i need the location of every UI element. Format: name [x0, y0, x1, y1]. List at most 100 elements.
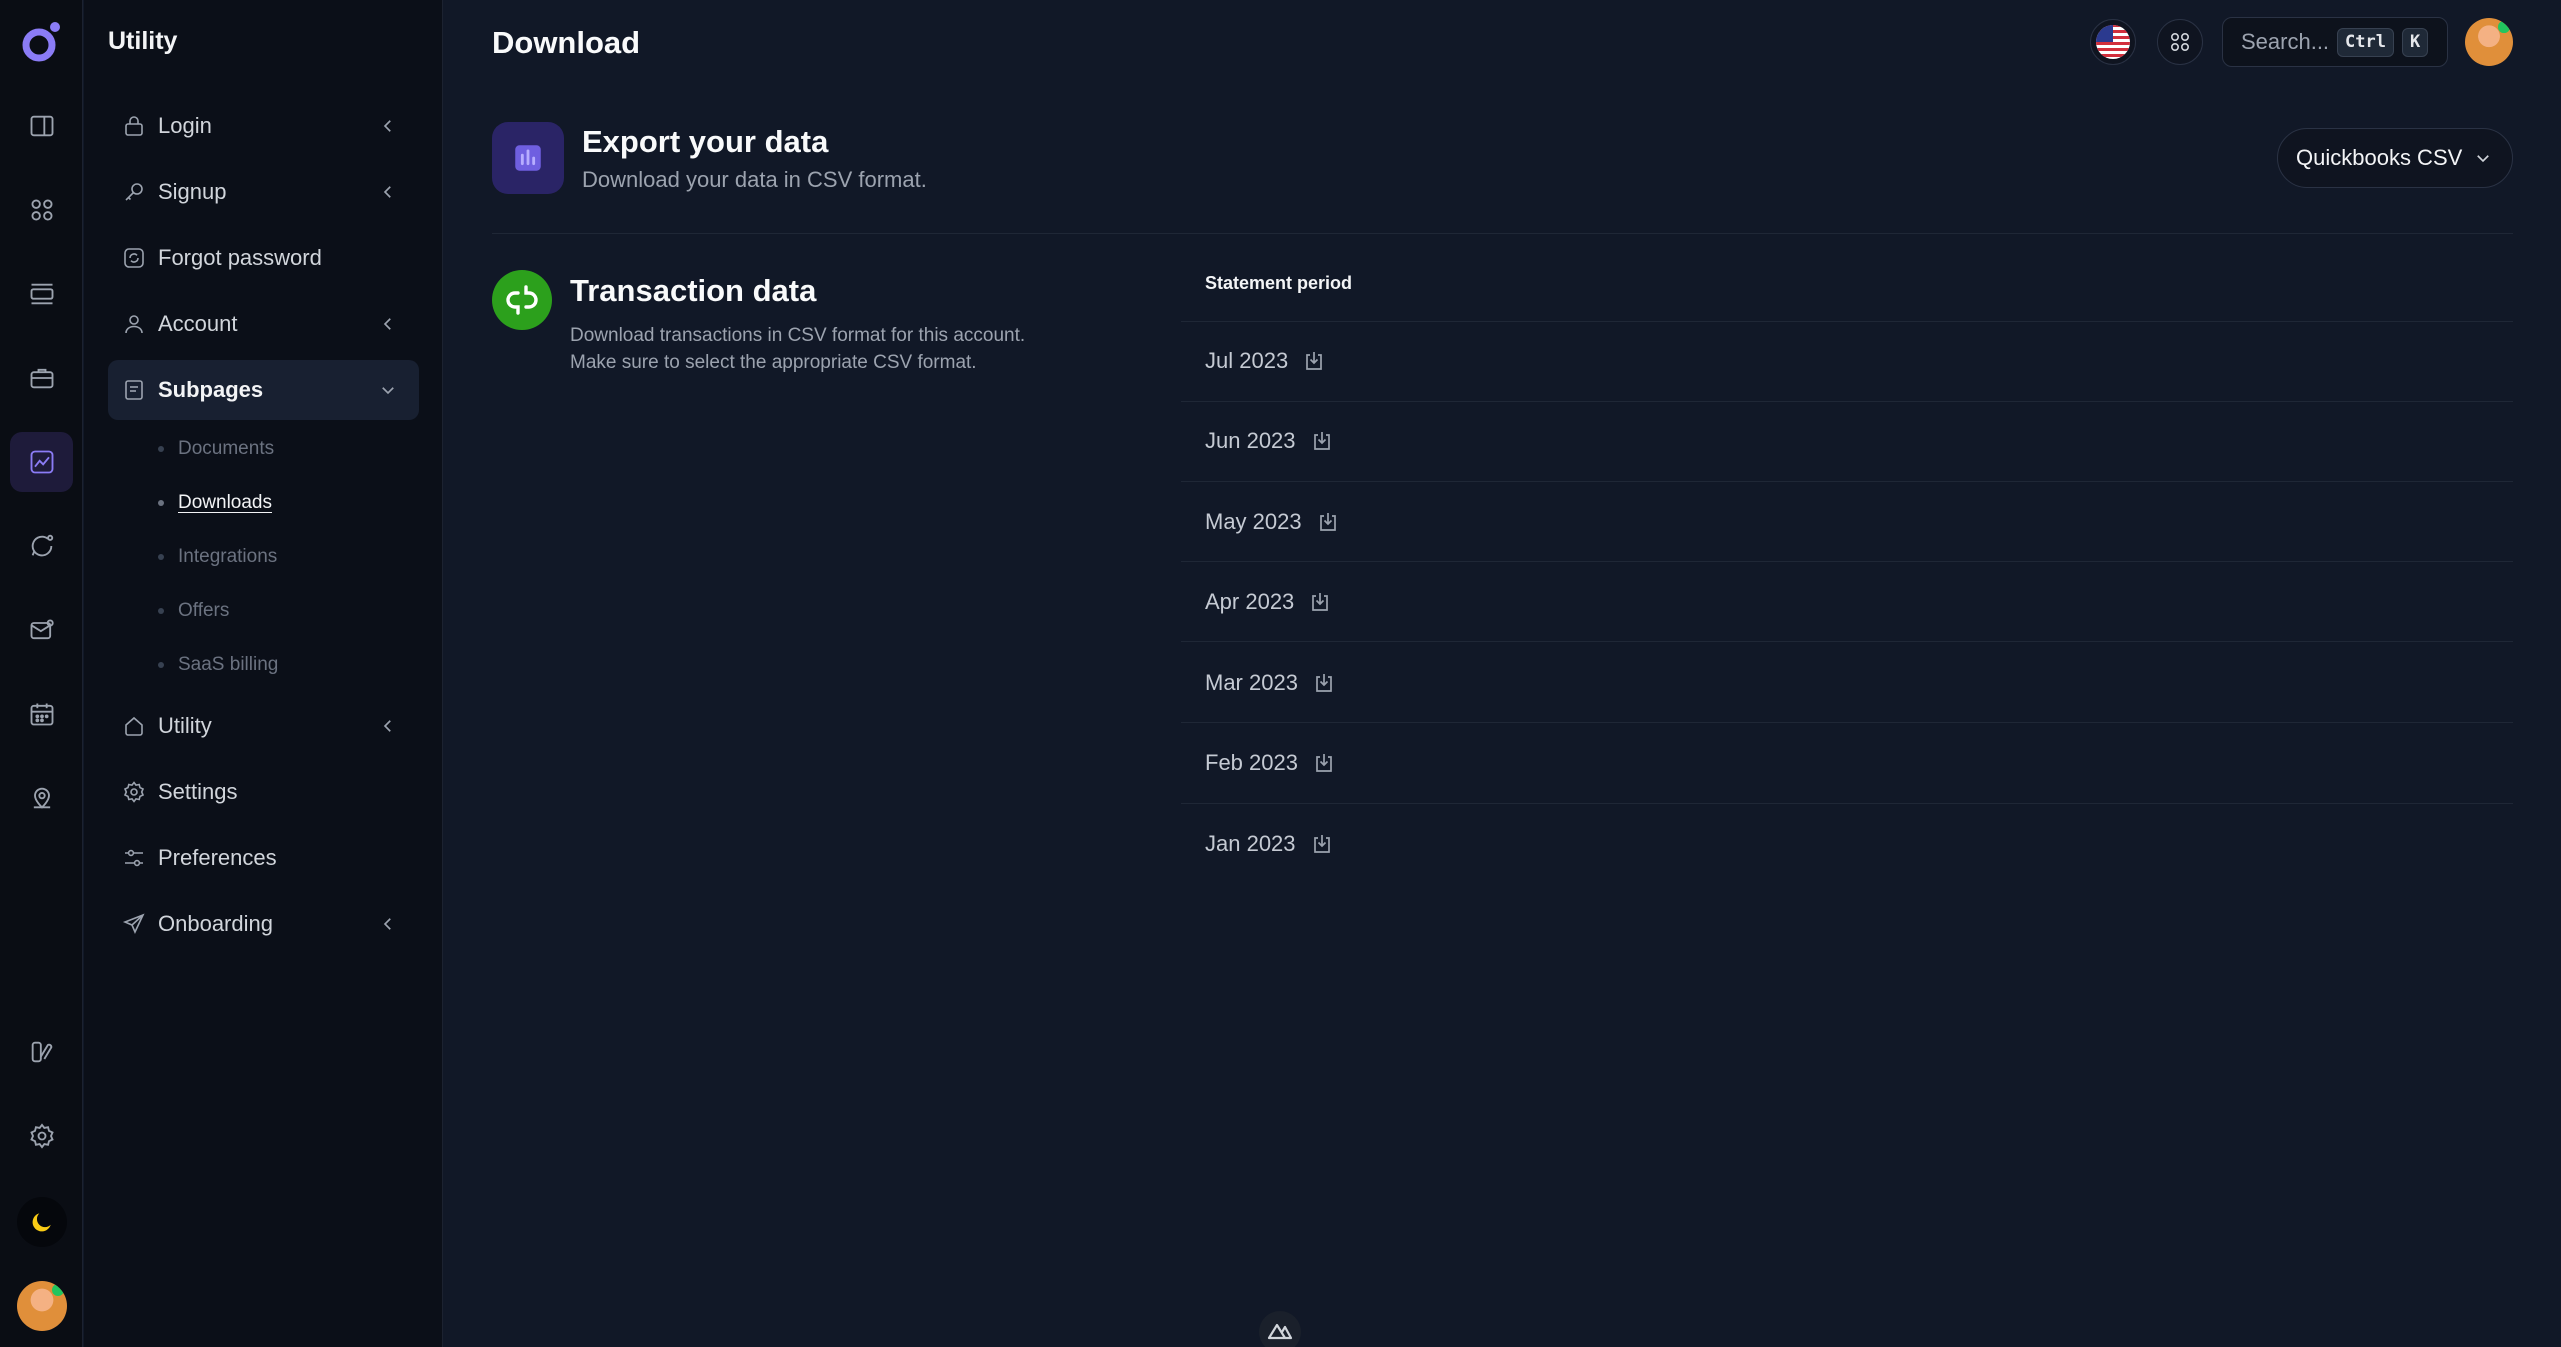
- table-row[interactable]: Apr 2023: [1205, 587, 1332, 617]
- sidebar-subitem-saas-billing[interactable]: SaaS billing: [158, 654, 278, 676]
- statement-period: Mar 2023: [1205, 670, 1298, 695]
- sidebar-item-settings[interactable]: Settings: [108, 762, 419, 822]
- page-title: Download: [492, 25, 641, 60]
- language-selector[interactable]: [2090, 19, 2136, 65]
- sidebar-item-login[interactable]: Login: [108, 96, 419, 156]
- chevron-left-icon: [383, 318, 391, 330]
- csv-format-select[interactable]: Quickbooks CSV: [2277, 128, 2513, 188]
- chevron-down-icon: [2477, 155, 2490, 163]
- apps-button[interactable]: [2157, 19, 2203, 65]
- table-row[interactable]: Jan 2023: [1205, 829, 1334, 859]
- sidebar-subitem-integrations[interactable]: Integrations: [158, 546, 277, 568]
- table-row[interactable]: Mar 2023: [1205, 668, 1336, 698]
- nuxt-devtools-icon[interactable]: [1259, 1311, 1301, 1347]
- sidebar-item-utility[interactable]: Utility: [108, 696, 419, 756]
- download-icon[interactable]: [1308, 590, 1332, 614]
- statement-period-header: Statement period: [1205, 273, 1353, 293]
- sidebar-item-label: Signup: [158, 179, 227, 204]
- us-flag-icon: [2096, 25, 2130, 59]
- section-divider: [492, 233, 2513, 234]
- sidebar-item-signup[interactable]: Signup: [108, 162, 419, 222]
- chevron-down-icon: [382, 387, 394, 395]
- lock-icon: [125, 116, 143, 136]
- sidebar-item-account[interactable]: Account: [108, 294, 419, 354]
- kbd-k: K: [2402, 27, 2429, 57]
- user-avatar[interactable]: [2465, 18, 2513, 66]
- download-icon[interactable]: [1316, 510, 1340, 534]
- table-divider: [1181, 641, 2513, 642]
- refresh-lock-icon: [124, 248, 144, 268]
- sidebar-item-label: Onboarding: [158, 911, 273, 936]
- sidebar-item-label: Login: [158, 113, 212, 138]
- download-icon[interactable]: [1310, 832, 1334, 856]
- briefcase-icon[interactable]: [10, 348, 73, 408]
- statement-period: Jul 2023: [1205, 348, 1289, 373]
- table-divider: [1181, 803, 2513, 804]
- customize-icon[interactable]: [10, 1022, 73, 1082]
- sidebar-toggle-icon[interactable]: [10, 96, 73, 156]
- sidebar-item-label: Settings: [158, 779, 238, 804]
- table-row[interactable]: May 2023: [1205, 507, 1340, 537]
- moon-icon[interactable]: [17, 1197, 67, 1247]
- sidebar: Utility Login Signup Forgot password Acc…: [84, 0, 443, 1347]
- home-icon: [125, 716, 143, 736]
- sidebar-item-preferences[interactable]: Preferences: [108, 828, 419, 888]
- logo-icon[interactable]: [14, 14, 70, 70]
- layout-list-icon[interactable]: [10, 264, 73, 324]
- download-icon[interactable]: [1302, 349, 1326, 373]
- sidebar-item-forgot-password[interactable]: Forgot password: [108, 228, 419, 288]
- chevron-left-icon: [383, 186, 391, 198]
- search-button[interactable]: Search... Ctrl K: [2222, 17, 2448, 67]
- map-pin-icon[interactable]: [10, 768, 73, 828]
- grid-icon[interactable]: [10, 180, 73, 240]
- kbd-ctrl: Ctrl: [2337, 27, 2394, 57]
- transaction-description: Download transactions in CSV format for …: [570, 325, 1026, 373]
- chat-icon[interactable]: [10, 516, 73, 576]
- chart-icon[interactable]: [10, 432, 73, 492]
- download-icon[interactable]: [1312, 671, 1336, 695]
- table-row[interactable]: Jul 2023: [1205, 346, 1326, 376]
- settings-icon: [123, 781, 145, 803]
- table-divider: [1181, 321, 2513, 322]
- sidebar-item-label: Account: [158, 311, 238, 336]
- icon-rail: [0, 0, 83, 1347]
- search-placeholder: Search...: [2241, 29, 2330, 54]
- export-data-icon: [492, 122, 564, 194]
- statement-period: May 2023: [1205, 509, 1302, 534]
- table-row[interactable]: Jun 2023: [1205, 426, 1334, 456]
- calendar-icon[interactable]: [10, 684, 73, 744]
- statement-period: Jun 2023: [1205, 428, 1296, 453]
- table-divider: [1181, 561, 2513, 562]
- sidebar-item-label: Subpages: [158, 377, 264, 402]
- sidebar-item-label: Preferences: [158, 845, 277, 870]
- key-icon: [125, 183, 143, 201]
- user-icon: [125, 315, 143, 334]
- statement-period: Apr 2023: [1205, 589, 1295, 614]
- sidebar-item-subpages[interactable]: Subpages: [108, 360, 419, 420]
- download-icon[interactable]: [1310, 429, 1334, 453]
- statement-period: Feb 2023: [1205, 750, 1298, 775]
- sidebar-subitem-offers[interactable]: Offers: [158, 600, 229, 622]
- chevron-left-icon: [383, 918, 391, 930]
- download-icon[interactable]: [1312, 751, 1336, 775]
- sidebar-item-onboarding[interactable]: Onboarding: [108, 894, 419, 954]
- quickbooks-logo-icon: [492, 270, 552, 330]
- sidebar-subitem-documents[interactable]: Documents: [158, 438, 274, 460]
- statement-period: Jan 2023: [1205, 831, 1296, 856]
- grid-icon: [2170, 32, 2190, 52]
- chevron-left-icon: [383, 720, 391, 732]
- sliders-icon: [125, 849, 143, 867]
- settings-icon[interactable]: [10, 1106, 73, 1166]
- sidebar-item-label: Forgot password: [158, 245, 322, 270]
- export-title: Export your data: [582, 124, 829, 159]
- mail-icon[interactable]: [10, 600, 73, 660]
- table-row[interactable]: Feb 2023: [1205, 748, 1336, 778]
- chevron-left-icon: [383, 120, 391, 132]
- transaction-title: Transaction data: [570, 273, 817, 308]
- sidebar-subitem-downloads[interactable]: Downloads: [158, 492, 272, 514]
- document-icon: [125, 380, 143, 400]
- export-subtitle: Download your data in CSV format.: [582, 167, 927, 192]
- csv-format-value: Quickbooks CSV: [2296, 145, 2463, 170]
- sidebar-title: Utility: [108, 27, 178, 55]
- avatar[interactable]: [17, 1281, 67, 1331]
